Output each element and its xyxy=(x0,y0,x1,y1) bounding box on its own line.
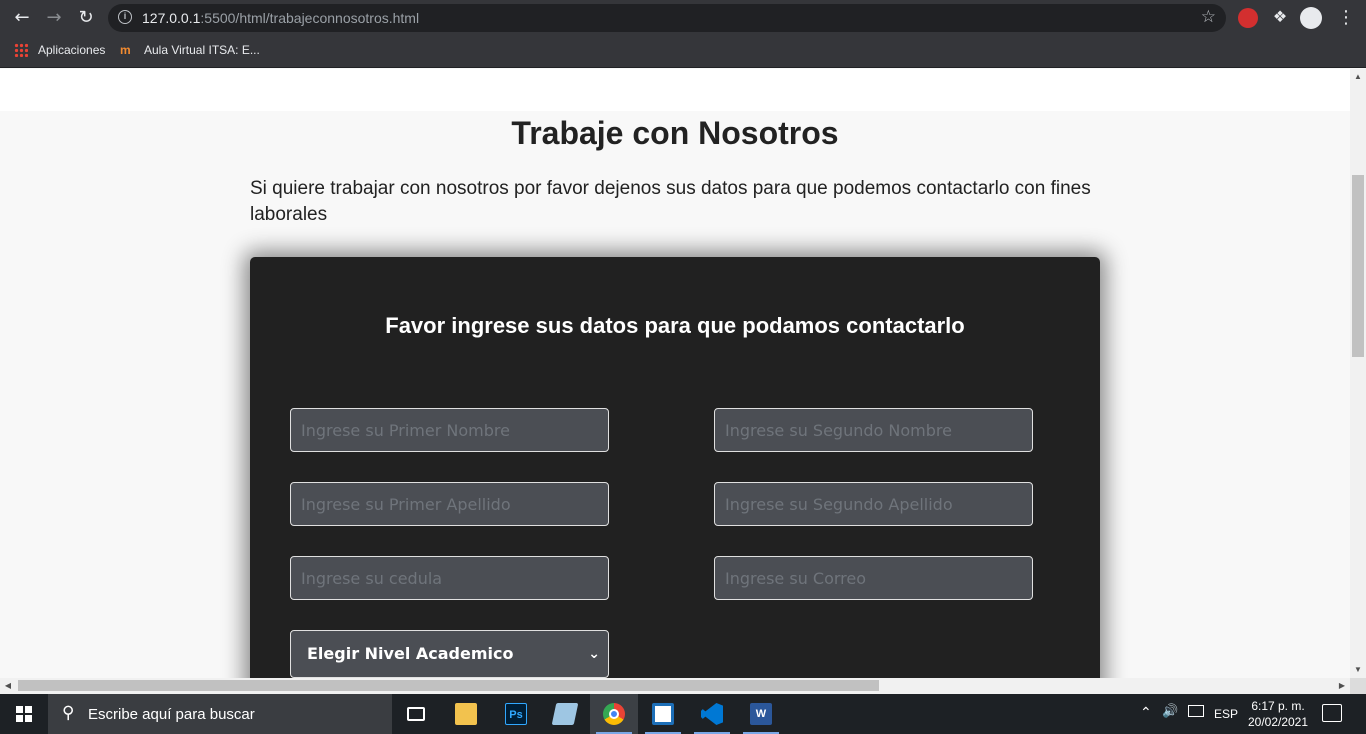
folder-icon xyxy=(455,703,477,725)
scroll-down-arrow-icon[interactable]: ▼ xyxy=(1350,662,1366,678)
volume-icon[interactable]: 🔊 xyxy=(1162,704,1178,719)
segundo-nombre-input[interactable] xyxy=(714,408,1033,452)
segundo-apellido-input[interactable] xyxy=(714,482,1033,526)
scrollbar-corner xyxy=(1350,678,1366,694)
bookmark-star-icon[interactable]: ☆ xyxy=(1201,7,1216,27)
vertical-scroll-thumb[interactable] xyxy=(1352,175,1364,357)
url-text[interactable]: 127.0.0.1:5500/html/trabajeconnosotros.h… xyxy=(142,10,419,26)
start-button[interactable] xyxy=(0,694,48,734)
language-indicator[interactable]: ESP xyxy=(1214,707,1238,721)
app-icon xyxy=(652,703,674,725)
search-icon: ⚲ xyxy=(62,703,75,723)
taskbar-app[interactable] xyxy=(639,694,687,734)
nivel-academico-value: Elegir Nivel Academico xyxy=(307,644,514,663)
taskbar-search-box[interactable]: ⚲ Escribe aquí para buscar xyxy=(48,694,392,734)
vscode-icon xyxy=(701,703,723,725)
nivel-academico-select[interactable]: Elegir Nivel Academico ⌄ xyxy=(290,630,609,678)
taskbar-vscode[interactable] xyxy=(688,694,736,734)
network-icon[interactable] xyxy=(1188,705,1204,717)
chrome-icon xyxy=(603,703,625,725)
scroll-left-arrow-icon[interactable]: ◀ xyxy=(0,678,16,694)
contact-form-card: Favor ingrese sus datos para que podamos… xyxy=(250,257,1100,678)
cedula-input[interactable] xyxy=(290,556,609,600)
horizontal-scroll-thumb[interactable] xyxy=(18,680,879,691)
task-view-button[interactable] xyxy=(392,694,440,734)
profile-avatar-icon[interactable] xyxy=(1300,7,1322,29)
horizontal-scrollbar[interactable]: ◀ ▶ xyxy=(0,678,1350,694)
browser-toolbar: ← → ↻ i 127.0.0.1:5500/html/trabajeconno… xyxy=(0,0,1366,36)
url-host: 127.0.0.1 xyxy=(142,10,201,26)
extensions-puzzle-icon[interactable]: ❖ xyxy=(1270,8,1290,28)
taskbar-chrome[interactable] xyxy=(590,694,638,734)
word-icon: W xyxy=(750,703,772,725)
primer-nombre-input[interactable] xyxy=(290,408,609,452)
page-header-band xyxy=(0,69,1350,111)
photoshop-icon: Ps xyxy=(505,703,527,725)
site-info-icon[interactable]: i xyxy=(118,10,132,24)
address-bar[interactable]: i 127.0.0.1:5500/html/trabajeconnosotros… xyxy=(108,4,1226,32)
bookmark-aplicaciones[interactable]: Aplicaciones xyxy=(38,43,105,57)
windows-taskbar: ⚲ Escribe aquí para buscar Ps W ⌃ 🔊 ESP … xyxy=(0,694,1366,734)
task-view-icon xyxy=(407,707,425,721)
forward-arrow-icon[interactable]: → xyxy=(42,6,66,30)
correo-input[interactable] xyxy=(714,556,1033,600)
url-path: :5500/html/trabajeconnosotros.html xyxy=(200,10,420,26)
taskbar-notepad[interactable] xyxy=(541,694,589,734)
reload-icon[interactable]: ↻ xyxy=(74,6,98,30)
page-title: Trabaje con Nosotros xyxy=(511,115,839,151)
taskbar-photoshop[interactable]: Ps xyxy=(492,694,540,734)
scroll-right-arrow-icon[interactable]: ▶ xyxy=(1334,678,1350,694)
bookmark-aula-virtual[interactable]: Aula Virtual ITSA: E... xyxy=(144,43,260,57)
moodle-favicon-icon: m xyxy=(120,43,131,57)
page-intro-text: Si quiere trabajar con nosotros por favo… xyxy=(250,178,1091,225)
primer-apellido-input[interactable] xyxy=(290,482,609,526)
notification-center-icon[interactable] xyxy=(1322,704,1342,722)
tray-overflow-icon[interactable]: ⌃ xyxy=(1140,704,1152,721)
taskbar-clock[interactable]: 6:17 p. m. 20/02/2021 xyxy=(1244,698,1312,730)
chevron-down-icon: ⌄ xyxy=(588,646,600,662)
vertical-scrollbar[interactable]: ▲ ▼ xyxy=(1350,69,1366,678)
extension-adblock-icon[interactable] xyxy=(1238,8,1258,28)
apps-grid-icon[interactable] xyxy=(14,43,28,57)
scroll-up-arrow-icon[interactable]: ▲ xyxy=(1350,69,1366,85)
windows-logo-icon xyxy=(16,706,32,722)
notepad-icon xyxy=(551,703,579,725)
form-heading: Favor ingrese sus datos para que podamos… xyxy=(385,313,965,338)
page-viewport: Trabaje con Nosotros Si quiere trabajar … xyxy=(0,69,1350,678)
browser-menu-icon[interactable]: ⋮ xyxy=(1336,8,1356,28)
taskbar-word[interactable]: W xyxy=(737,694,785,734)
back-arrow-icon[interactable]: ← xyxy=(10,6,34,30)
taskbar-file-explorer[interactable] xyxy=(442,694,490,734)
search-placeholder: Escribe aquí para buscar xyxy=(88,706,255,723)
clock-date: 20/02/2021 xyxy=(1247,715,1309,729)
clock-time: 6:17 p. m. xyxy=(1251,699,1305,713)
